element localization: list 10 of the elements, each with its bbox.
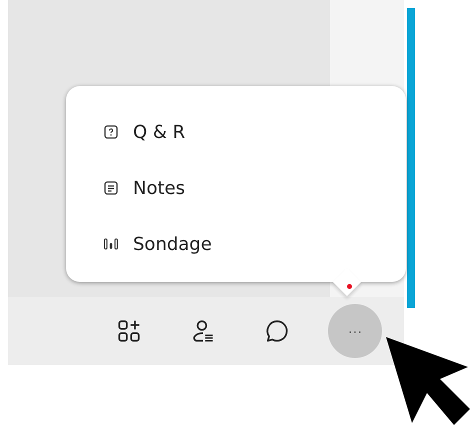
menu-item[interactable]: Notes (103, 160, 263, 216)
more-button[interactable]: ··· (328, 304, 382, 358)
grid-plus-icon (116, 318, 142, 344)
menu-item[interactable]: Sondage (103, 216, 263, 272)
speech-bubble-icon (264, 318, 290, 344)
bar-chart-icon (103, 236, 119, 252)
question-icon (103, 124, 119, 140)
document-icon (103, 180, 119, 196)
menu-item[interactable]: Q & R (103, 104, 263, 160)
person-list-icon (190, 318, 216, 344)
